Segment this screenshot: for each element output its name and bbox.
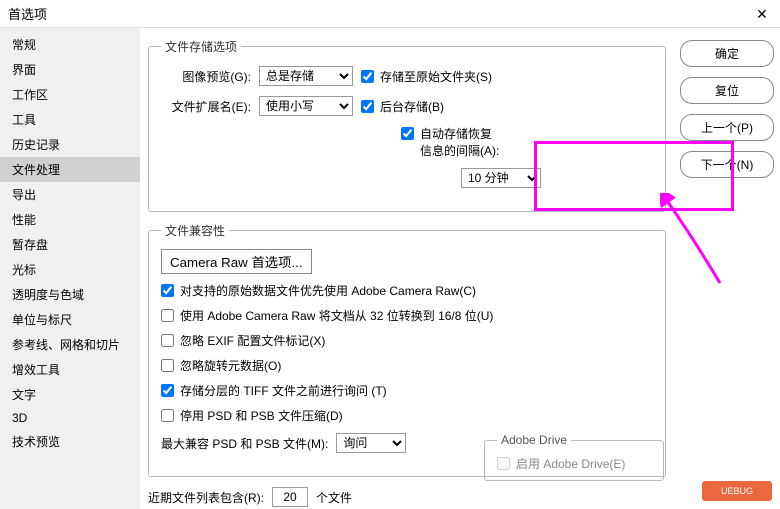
disable-psd-label: 停用 PSD 和 PSB 文件压缩(D) [180,407,343,424]
ignore-exif-label: 忽略 EXIF 配置文件标记(X) [180,332,325,349]
sidebar-item-4[interactable]: 历史记录 [0,132,140,157]
adobe-drive-group: Adobe Drive 启用 Adobe Drive(E) [484,433,664,481]
sidebar-item-12[interactable]: 参考线、网格和切片 [0,332,140,357]
ok-button[interactable]: 确定 [680,40,774,67]
sidebar-item-14[interactable]: 文字 [0,382,140,407]
sidebar-item-0[interactable]: 常规 [0,32,140,57]
sidebar-item-7[interactable]: 性能 [0,207,140,232]
recent-files-label: 近期文件列表包含(R): [148,489,264,506]
file-ext-label: 文件扩展名(E): [161,98,251,115]
close-icon[interactable]: ✕ [752,4,772,24]
sidebar-item-10[interactable]: 透明度与色域 [0,282,140,307]
sidebar-item-13[interactable]: 增效工具 [0,357,140,382]
disable-psd-checkbox[interactable] [161,409,174,422]
max-compat-label: 最大兼容 PSD 和 PSB 文件(M): [161,435,328,452]
convert-32-label: 使用 Adobe Camera Raw 将文档从 32 位转换到 16/8 位(… [180,307,493,324]
sidebar-item-3[interactable]: 工具 [0,107,140,132]
max-compat-select[interactable]: 询问 [336,433,406,453]
enable-drive-checkbox [497,457,510,470]
auto-recover-checkbox[interactable] [401,127,414,140]
sidebar: 常规界面工作区工具历史记录文件处理导出性能暂存盘光标透明度与色域单位与标尺参考线… [0,28,140,509]
ignore-exif-checkbox[interactable] [161,334,174,347]
image-preview-label: 图像预览(G): [161,68,251,85]
ask-tiff-label: 存储分层的 TIFF 文件之前进行询问 (T) [180,382,387,399]
prefer-raw-label: 对支持的原始数据文件优先使用 Adobe Camera Raw(C) [180,282,476,299]
sidebar-item-16[interactable]: 技术预览 [0,429,140,454]
sidebar-item-1[interactable]: 界面 [0,57,140,82]
enable-drive-label: 启用 Adobe Drive(E) [516,455,625,472]
sidebar-item-8[interactable]: 暂存盘 [0,232,140,257]
sidebar-item-6[interactable]: 导出 [0,182,140,207]
cancel-button[interactable]: 复位 [680,77,774,104]
save-original-checkbox[interactable] [361,70,374,83]
sidebar-item-5[interactable]: 文件处理 [0,157,140,182]
auto-recover-label-1: 自动存储恢复 [420,127,492,141]
prev-button[interactable]: 上一个(P) [680,114,774,141]
ignore-rotation-checkbox[interactable] [161,359,174,372]
ask-tiff-checkbox[interactable] [161,384,174,397]
recent-files-input[interactable] [272,487,308,507]
image-preview-select[interactable]: 总是存储 [259,66,353,86]
main-panel: 文件存储选项 图像预览(G): 总是存储 存储至原始文件夹(S) 文件扩展名(E… [140,28,674,509]
background-save-checkbox[interactable] [361,100,374,113]
prefer-raw-checkbox[interactable] [161,284,174,297]
window-title: 首选项 [8,4,47,23]
ignore-rotation-label: 忽略旋转元数据(O) [180,357,281,374]
file-compat-legend: 文件兼容性 [161,222,229,239]
next-button[interactable]: 下一个(N) [680,151,774,178]
camera-raw-prefs-button[interactable]: Camera Raw 首选项... [161,249,312,274]
sidebar-item-15[interactable]: 3D [0,407,140,429]
sidebar-item-11[interactable]: 单位与标尺 [0,307,140,332]
button-column: 确定 复位 上一个(P) 下一个(N) [674,28,780,509]
file-storage-legend: 文件存储选项 [161,38,241,55]
file-ext-select[interactable]: 使用小写 [259,96,353,116]
watermark: UEBUG [702,481,772,501]
adobe-drive-legend: Adobe Drive [497,433,571,447]
sidebar-item-2[interactable]: 工作区 [0,82,140,107]
sidebar-item-9[interactable]: 光标 [0,257,140,282]
recent-files-suffix: 个文件 [316,489,352,506]
save-original-label: 存储至原始文件夹(S) [380,68,492,85]
auto-recover-label-2: 信息的间隔(A): [420,144,499,158]
auto-recover-interval-select[interactable]: 10 分钟 [461,168,541,188]
background-save-label: 后台存储(B) [380,98,444,115]
convert-32-checkbox[interactable] [161,309,174,322]
file-storage-group: 文件存储选项 图像预览(G): 总是存储 存储至原始文件夹(S) 文件扩展名(E… [148,38,666,212]
